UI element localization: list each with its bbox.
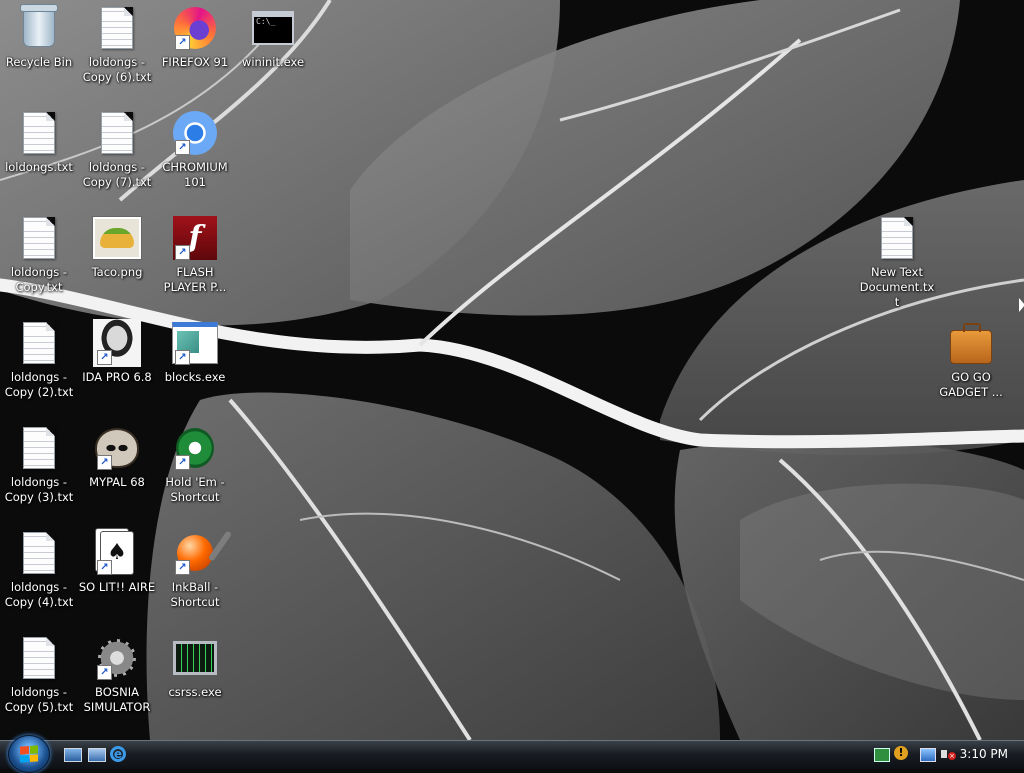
desktop-icon[interactable]: ↗ IDA PRO 6.8 xyxy=(78,319,156,419)
desktop-icon[interactable]: ↗ InkBall - Shortcut xyxy=(156,529,234,629)
desktop-icon-label: loldongs - Copy (5).txt xyxy=(4,685,74,714)
desktop-icon[interactable]: loldongs.txt xyxy=(0,109,78,209)
desktop-icon[interactable]: Taco.png xyxy=(78,214,156,314)
desktop-icon[interactable]: ↗ CHROMIUM 101 xyxy=(156,109,234,209)
desktop-icon[interactable]: C:\_ wininit.exe xyxy=(234,4,312,104)
mouse-cursor-icon xyxy=(1019,298,1024,312)
desktop-icon-label: New Text Document.txt xyxy=(859,265,935,309)
shortcut-arrow-icon: ↗ xyxy=(175,455,190,470)
desktop-icon[interactable]: Recycle Bin xyxy=(0,4,78,104)
image-file-icon xyxy=(93,214,141,262)
shortcut-arrow-icon: ↗ xyxy=(175,350,190,365)
desktop-icon-label: loldongs - Copy (3).txt xyxy=(4,475,74,504)
desktop-icon-label: BOSNIA SIMULATOR xyxy=(83,685,151,714)
desktop-icon-label: IDA PRO 6.8 xyxy=(82,370,152,384)
desktop-icon-label: FIREFOX 91 xyxy=(161,55,229,69)
flash-icon: f ↗ xyxy=(171,214,219,262)
desktop-icon-label: csrss.exe xyxy=(168,685,222,699)
text-file-icon xyxy=(15,529,63,577)
text-file-icon xyxy=(15,214,63,262)
poker-chips-icon: ↗ xyxy=(171,424,219,472)
desktop-icon-label: loldongs - Copy (4).txt xyxy=(4,580,74,609)
desktop-icon-label: loldongs - Copy (7).txt xyxy=(82,160,152,189)
text-file-icon xyxy=(15,424,63,472)
inkball-icon: ↗ xyxy=(171,529,219,577)
text-file-icon xyxy=(15,319,63,367)
show-desktop-icon[interactable] xyxy=(64,746,82,762)
desktop-icon[interactable]: GO GO GADGET ... xyxy=(932,319,1010,419)
desktop-icon[interactable]: New Text Document.txt xyxy=(858,214,936,314)
connection-icon[interactable] xyxy=(920,746,936,762)
windows-orb-icon xyxy=(20,745,38,763)
desktop-icon-label: InkBall - Shortcut xyxy=(170,580,220,609)
start-button[interactable] xyxy=(8,735,50,773)
network-icon[interactable] xyxy=(874,746,890,762)
desktop-icon[interactable]: ↗ BOSNIA SIMULATOR xyxy=(78,634,156,734)
shortcut-arrow-icon: ↗ xyxy=(97,560,112,575)
desktop-icon-label: wininit.exe xyxy=(241,55,305,69)
desktop-icon[interactable]: ↗ FIREFOX 91 xyxy=(156,4,234,104)
desktop-icon-label: loldongs - Copy.txt xyxy=(10,265,68,294)
taskbar: e ! × 3:10 PM xyxy=(0,735,1024,773)
desktop-icon-label: loldongs.txt xyxy=(5,160,73,174)
desktop-icon[interactable]: ↗ blocks.exe xyxy=(156,319,234,419)
desktop-icon[interactable]: loldongs - Copy (4).txt xyxy=(0,529,78,629)
desktop-icon-label: GO GO GADGET ... xyxy=(939,370,1003,399)
desktop-icon-label: MYPAL 68 xyxy=(89,475,145,489)
desktop-icon[interactable]: f ↗ FLASH PLAYER P... xyxy=(156,214,234,314)
text-file-icon xyxy=(93,109,141,157)
shortcut-arrow-icon: ↗ xyxy=(175,35,190,50)
shortcut-arrow-icon: ↗ xyxy=(175,560,190,575)
desktop-icon-label: Recycle Bin xyxy=(5,55,73,69)
desktop-icon-label: Hold 'Em - Shortcut xyxy=(165,475,225,504)
shortcut-arrow-icon: ↗ xyxy=(97,455,112,470)
taskbar-clock[interactable]: 3:10 PM xyxy=(960,747,1008,761)
desktop-icon-label: Taco.png xyxy=(91,265,143,279)
blocks-icon: ↗ xyxy=(171,319,219,367)
desktop-icon-label: loldongs - Copy (6).txt xyxy=(82,55,152,84)
shortcut-arrow-icon: ↗ xyxy=(175,245,190,260)
volume-muted-icon[interactable]: × xyxy=(940,746,956,762)
console-icon: C:\_ xyxy=(249,4,297,52)
internet-explorer-icon[interactable]: e xyxy=(110,746,128,762)
desktop-icon[interactable]: ↗ MYPAL 68 xyxy=(78,424,156,524)
text-file-icon xyxy=(93,4,141,52)
mypal-icon: ↗ xyxy=(93,424,141,472)
text-file-icon xyxy=(15,634,63,682)
desktop-icon[interactable]: loldongs - Copy (2).txt xyxy=(0,319,78,419)
shortcut-arrow-icon: ↗ xyxy=(97,350,112,365)
desktop-icon-label: SO LIT!! AIRE xyxy=(78,580,156,594)
desktop-icon[interactable]: loldongs - Copy (6).txt xyxy=(78,4,156,104)
text-file-icon xyxy=(873,214,921,262)
desktop-icon-label: CHROMIUM 101 xyxy=(162,160,228,189)
chromium-icon: ↗ xyxy=(171,109,219,157)
desktop-icon[interactable]: csrss.exe xyxy=(156,634,234,734)
desktop-icon[interactable]: loldongs - Copy (5).txt xyxy=(0,634,78,734)
monitor-icon xyxy=(171,634,219,682)
ida-pro-icon: ↗ xyxy=(93,319,141,367)
shortcut-arrow-icon: ↗ xyxy=(175,140,190,155)
desktop-icon-label: blocks.exe xyxy=(164,370,226,384)
desktop-icon[interactable]: loldongs - Copy (3).txt xyxy=(0,424,78,524)
briefcase-icon xyxy=(947,319,995,367)
solitaire-icon: ♠ ↗ xyxy=(93,529,141,577)
desktop-icon[interactable]: loldongs - Copy.txt xyxy=(0,214,78,314)
desktop-icon[interactable]: loldongs - Copy (7).txt xyxy=(78,109,156,209)
recycle-bin-icon xyxy=(15,4,63,52)
switch-windows-icon[interactable] xyxy=(88,746,106,762)
desktop-icon[interactable]: ↗ Hold 'Em - Shortcut xyxy=(156,424,234,524)
firefox-icon: ↗ xyxy=(171,4,219,52)
shortcut-arrow-icon: ↗ xyxy=(97,665,112,680)
desktop-icon-label: loldongs - Copy (2).txt xyxy=(4,370,74,399)
desktop-icon[interactable]: ♠ ↗ SO LIT!! AIRE xyxy=(78,529,156,629)
text-file-icon xyxy=(15,109,63,157)
desktop-icon-label: FLASH PLAYER P... xyxy=(163,265,227,294)
gear-icon: ↗ xyxy=(93,634,141,682)
security-alert-icon[interactable]: ! xyxy=(894,746,910,762)
